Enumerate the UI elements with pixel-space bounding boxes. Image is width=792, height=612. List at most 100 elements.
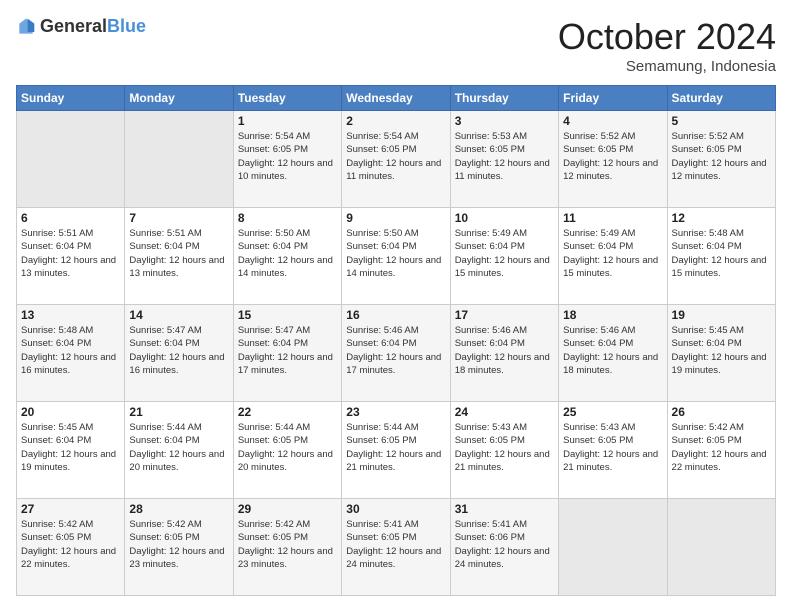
day-number: 20 [21,405,120,419]
day-info: Sunrise: 5:44 AMSunset: 6:05 PMDaylight:… [238,421,337,474]
day-info: Sunrise: 5:49 AMSunset: 6:04 PMDaylight:… [563,227,662,280]
day-number: 17 [455,308,554,322]
day-number: 15 [238,308,337,322]
day-number: 16 [346,308,445,322]
day-info: Sunrise: 5:43 AMSunset: 6:05 PMDaylight:… [455,421,554,474]
calendar-cell: 28 Sunrise: 5:42 AMSunset: 6:05 PMDayligh… [125,499,233,596]
month-title: October 2024 [558,16,776,58]
weekday-header: Monday [125,86,233,111]
calendar-cell: 7Sunrise: 5:51 AMSunset: 6:04 PMDaylight… [125,208,233,305]
title-block: October 2024 Semamung, Indonesia [558,16,776,75]
day-number: 19 [672,308,771,322]
logo-general-text: General [40,16,107,36]
calendar-cell: 1 Sunrise: 5:54 AMSunset: 6:05 PMDaylight… [233,111,341,208]
calendar-cell: 4 Sunrise: 5:52 AMSunset: 6:05 PMDaylight… [559,111,667,208]
day-number: 25 [563,405,662,419]
calendar-cell: 18 Sunrise: 5:46 AMSunset: 6:04 PMDayligh… [559,305,667,402]
day-info: Sunrise: 5:43 AMSunset: 6:05 PMDaylight:… [563,421,662,474]
calendar-cell: 2Sunrise: 5:54 AMSunset: 6:05 PMDaylight… [342,111,450,208]
day-info: Sunrise: 5:44 AMSunset: 6:04 PMDaylight:… [129,421,228,474]
day-info: Sunrise: 5:52 AMSunset: 6:05 PMDaylight:… [672,130,771,183]
weekday-header: Wednesday [342,86,450,111]
day-number: 18 [563,308,662,322]
header: GeneralBlue October 2024 Semamung, Indon… [16,16,776,75]
day-info: Sunrise: 5:41 AMSunset: 6:06 PMDaylight:… [455,518,554,571]
page: GeneralBlue October 2024 Semamung, Indon… [0,0,792,612]
day-number: 1 [238,114,337,128]
day-info: Sunrise: 5:42 AMSunset: 6:05 PMDaylight:… [129,518,228,571]
calendar-cell: 6Sunrise: 5:51 AMSunset: 6:04 PMDaylight… [17,208,125,305]
day-info: Sunrise: 5:54 AMSunset: 6:05 PMDaylight:… [238,130,337,183]
location: Semamung, Indonesia [558,58,776,75]
day-info: Sunrise: 5:49 AMSunset: 6:04 PMDaylight:… [455,227,554,280]
calendar-cell: 14 Sunrise: 5:47 AMSunset: 6:04 PMDayligh… [125,305,233,402]
calendar-cell: 20 Sunrise: 5:45 AMSunset: 6:04 PMDayligh… [17,402,125,499]
weekday-header: Tuesday [233,86,341,111]
calendar-table: SundayMondayTuesdayWednesdayThursdayFrid… [16,85,776,596]
calendar-cell: 15 Sunrise: 5:47 AMSunset: 6:04 PMDayligh… [233,305,341,402]
day-number: 4 [563,114,662,128]
day-info: Sunrise: 5:52 AMSunset: 6:05 PMDaylight:… [563,130,662,183]
day-number: 24 [455,405,554,419]
calendar-cell [667,499,775,596]
day-number: 31 [455,502,554,516]
day-number: 2 [346,114,445,128]
calendar-cell: 10 Sunrise: 5:49 AMSunset: 6:04 PMDayligh… [450,208,558,305]
logo-blue-text: Blue [107,16,146,36]
day-info: Sunrise: 5:42 AMSunset: 6:05 PMDaylight:… [21,518,120,571]
day-number: 28 [129,502,228,516]
day-number: 6 [21,211,120,225]
calendar-cell: 22 Sunrise: 5:44 AMSunset: 6:05 PMDayligh… [233,402,341,499]
day-number: 3 [455,114,554,128]
day-number: 7 [129,211,228,225]
day-number: 14 [129,308,228,322]
day-info: Sunrise: 5:50 AMSunset: 6:04 PMDaylight:… [238,227,337,280]
calendar-cell: 27Sunrise: 5:42 AMSunset: 6:05 PMDayligh… [17,499,125,596]
calendar-cell [559,499,667,596]
day-info: Sunrise: 5:42 AMSunset: 6:05 PMDaylight:… [672,421,771,474]
day-info: Sunrise: 5:47 AMSunset: 6:04 PMDaylight:… [238,324,337,377]
day-number: 30 [346,502,445,516]
calendar-cell: 23Sunrise: 5:44 AMSunset: 6:05 PMDayligh… [342,402,450,499]
calendar-cell: 5Sunrise: 5:52 AMSunset: 6:05 PMDaylight… [667,111,775,208]
day-number: 10 [455,211,554,225]
calendar-cell: 17Sunrise: 5:46 AMSunset: 6:04 PMDayligh… [450,305,558,402]
logo-icon [16,17,36,37]
day-number: 22 [238,405,337,419]
calendar-cell: 31 Sunrise: 5:41 AMSunset: 6:06 PMDayligh… [450,499,558,596]
calendar-cell: 8 Sunrise: 5:50 AMSunset: 6:04 PMDaylight… [233,208,341,305]
day-info: Sunrise: 5:46 AMSunset: 6:04 PMDaylight:… [563,324,662,377]
day-info: Sunrise: 5:48 AMSunset: 6:04 PMDaylight:… [672,227,771,280]
calendar-cell: 11Sunrise: 5:49 AMSunset: 6:04 PMDayligh… [559,208,667,305]
calendar-cell: 21 Sunrise: 5:44 AMSunset: 6:04 PMDayligh… [125,402,233,499]
calendar-cell: 19 Sunrise: 5:45 AMSunset: 6:04 PMDayligh… [667,305,775,402]
weekday-header: Sunday [17,86,125,111]
day-info: Sunrise: 5:44 AMSunset: 6:05 PMDaylight:… [346,421,445,474]
weekday-header: Thursday [450,86,558,111]
day-number: 12 [672,211,771,225]
calendar-cell: 30 Sunrise: 5:41 AMSunset: 6:05 PMDayligh… [342,499,450,596]
calendar-cell: 13Sunrise: 5:48 AMSunset: 6:04 PMDayligh… [17,305,125,402]
calendar-cell: 24 Sunrise: 5:43 AMSunset: 6:05 PMDayligh… [450,402,558,499]
day-info: Sunrise: 5:46 AMSunset: 6:04 PMDaylight:… [346,324,445,377]
weekday-header: Friday [559,86,667,111]
day-info: Sunrise: 5:42 AMSunset: 6:05 PMDaylight:… [238,518,337,571]
day-number: 8 [238,211,337,225]
day-number: 21 [129,405,228,419]
logo: GeneralBlue [16,16,146,37]
calendar-cell: 16 Sunrise: 5:46 AMSunset: 6:04 PMDayligh… [342,305,450,402]
weekday-header: Saturday [667,86,775,111]
day-info: Sunrise: 5:53 AMSunset: 6:05 PMDaylight:… [455,130,554,183]
day-number: 13 [21,308,120,322]
day-number: 9 [346,211,445,225]
day-info: Sunrise: 5:45 AMSunset: 6:04 PMDaylight:… [672,324,771,377]
calendar-cell: 12 Sunrise: 5:48 AMSunset: 6:04 PMDayligh… [667,208,775,305]
day-info: Sunrise: 5:50 AMSunset: 6:04 PMDaylight:… [346,227,445,280]
calendar-cell: 26 Sunrise: 5:42 AMSunset: 6:05 PMDayligh… [667,402,775,499]
day-info: Sunrise: 5:41 AMSunset: 6:05 PMDaylight:… [346,518,445,571]
day-number: 29 [238,502,337,516]
day-number: 26 [672,405,771,419]
calendar-cell: 9 Sunrise: 5:50 AMSunset: 6:04 PMDaylight… [342,208,450,305]
day-info: Sunrise: 5:45 AMSunset: 6:04 PMDaylight:… [21,421,120,474]
day-info: Sunrise: 5:47 AMSunset: 6:04 PMDaylight:… [129,324,228,377]
